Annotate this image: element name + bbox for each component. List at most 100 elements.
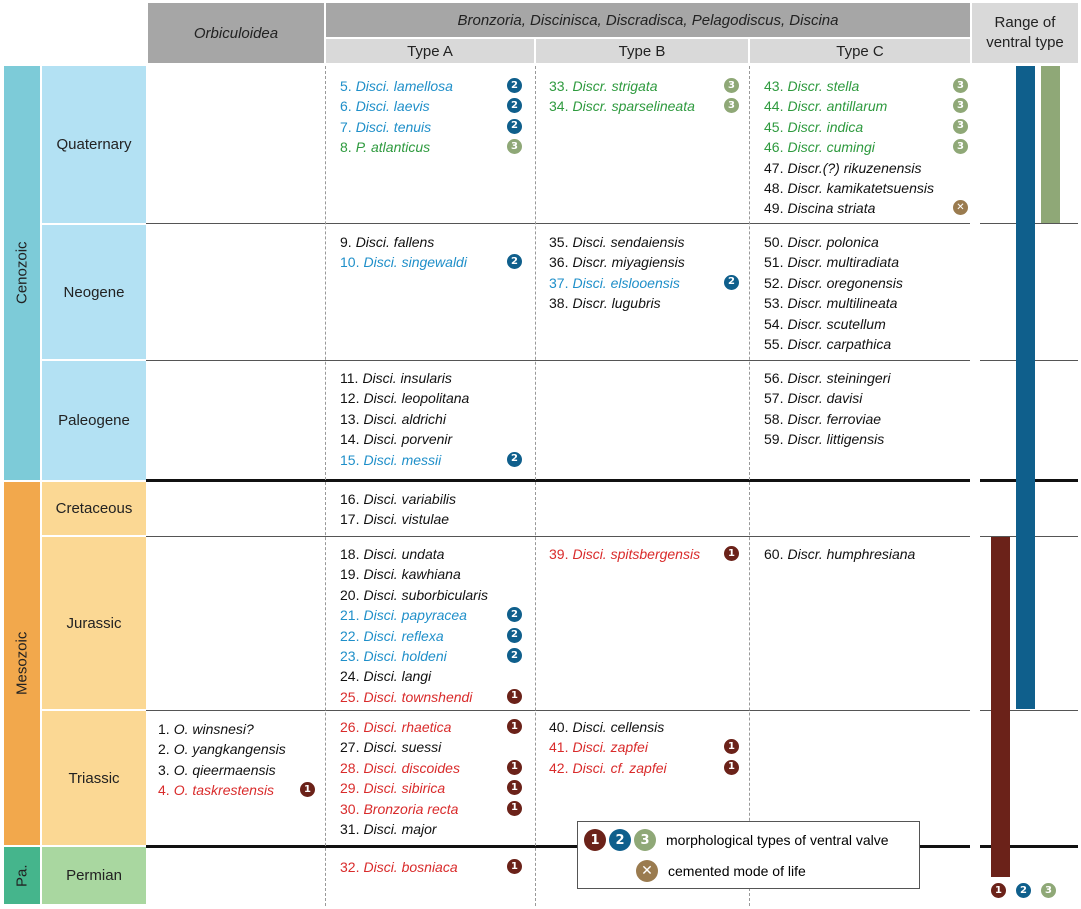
ventral-type-badge: 1 xyxy=(507,780,522,796)
group-header-label: Bronzoria, Discinisca, Discradisca, Pela… xyxy=(457,11,839,29)
species-name: Discr. scutellum xyxy=(787,315,886,332)
species-number: 14. xyxy=(340,431,360,448)
species-row: 55. Discr. carpathica xyxy=(764,334,973,354)
species-name: Disci. messii xyxy=(363,451,442,468)
column-divider-b xyxy=(535,66,536,906)
period-neogene-label: Neogene xyxy=(63,283,125,301)
orbiculoidea-header-label: Orbiculoidea xyxy=(193,24,279,42)
species-number: 30. xyxy=(340,800,360,817)
column-divider-a xyxy=(325,66,326,906)
species-name: Discr. davisi xyxy=(787,390,863,407)
species-number: 34. xyxy=(549,98,569,115)
species-number: 13. xyxy=(340,410,360,427)
species-row: 42. Disci. cf. zapfei 1 xyxy=(549,758,744,778)
ventral-type-badge: 1 xyxy=(507,719,522,734)
species-name: Discr. miyagiensis xyxy=(572,254,685,271)
ventral-type-badge: 2 xyxy=(507,98,522,114)
species-row: 13. Disci. aldrichi xyxy=(340,409,527,429)
species-row: 50. Discr. polonica xyxy=(764,232,973,252)
species-name: Discr. carpathica xyxy=(787,336,892,352)
species-row: 31. Disci. major xyxy=(340,819,527,839)
species-row: 6. Disci. laevis 2 xyxy=(340,96,527,116)
species-number: 60. xyxy=(764,546,784,562)
period-jurassic-label: Jurassic xyxy=(66,614,122,632)
species-name: Disci. spitsbergensis xyxy=(572,546,701,562)
type-c-label: Type C xyxy=(836,42,884,60)
species-name: O. winsnesi? xyxy=(173,721,254,737)
species-row: 35. Disci. sendaiensis xyxy=(549,232,744,252)
species-number: 20. xyxy=(340,586,360,603)
period-paleogene: Paleogene xyxy=(42,361,146,480)
species-name: O. yangkangensis xyxy=(173,741,286,758)
species-name: Discr. humphresiana xyxy=(787,546,916,562)
species-row: 30. Bronzoria recta 1 xyxy=(340,799,527,819)
ventral-type-badge: 2 xyxy=(507,118,522,134)
species-number: 1. xyxy=(158,721,170,737)
ventral-type-badge: 2 xyxy=(507,648,522,663)
species-number: 7. xyxy=(340,118,352,135)
ventral-type-badge: 1 xyxy=(507,800,522,816)
legend-box: 1 2 3 morphological types of ventral val… xyxy=(577,821,920,889)
species-name: O. qieermaensis xyxy=(173,761,276,778)
period-triassic-label: Triassic xyxy=(68,769,120,787)
type-b-header: Type B xyxy=(536,39,748,63)
species-row: 16. Disci. variabilis xyxy=(340,489,527,509)
species-number: 54. xyxy=(764,315,784,332)
species-name: Bronzoria recta xyxy=(363,800,459,817)
species-row: 18. Disci. undata xyxy=(340,544,527,564)
range-footer-badge-1: 1 xyxy=(991,883,1006,898)
species-row: 11. Disci. insularis xyxy=(340,368,527,388)
ventral-type-badge: 2 xyxy=(507,627,522,643)
species-number: 9. xyxy=(340,234,352,250)
species-name: Disci. cf. zapfei xyxy=(572,759,667,776)
legend-badge-2: 2 xyxy=(609,829,631,851)
ventral-type-badge: 1 xyxy=(300,782,315,798)
legend-cemented-row: ✕ cemented mode of life xyxy=(636,859,806,883)
species-number: 29. xyxy=(340,780,360,797)
species-row: 2. O. yangkangensis xyxy=(158,739,320,759)
ventral-type-badge: 3 xyxy=(724,78,739,93)
species-name: Discr. indica xyxy=(787,118,864,135)
species-number: 38. xyxy=(549,295,569,312)
species-row: 47. Discr.(?) rikuzenensis xyxy=(764,158,973,178)
species-number: 57. xyxy=(764,390,784,407)
legend-badge-3: 3 xyxy=(634,829,656,851)
species-row: 60. Discr. humphresiana xyxy=(764,544,973,564)
species-row: 41. Disci. zapfei 1 xyxy=(549,737,744,757)
species-number: 22. xyxy=(340,627,360,644)
ventral-type-badge: 3 xyxy=(953,78,968,93)
divider-jurassic-triassic xyxy=(146,710,970,711)
ventral-type-badge: 2 xyxy=(724,274,739,290)
species-number: 42. xyxy=(549,759,569,776)
species-number: 33. xyxy=(549,78,569,94)
species-row: 28. Disci. discoides 1 xyxy=(340,758,527,778)
species-number: 45. xyxy=(764,118,784,135)
species-row: 34. Discr. sparselineata 3 xyxy=(549,96,744,116)
species-row: 59. Discr. littigensis xyxy=(764,429,973,449)
species-name: Disci. rhaetica xyxy=(363,719,452,735)
species-name: Discr. stella xyxy=(787,78,860,94)
species-row: 44. Discr. antillarum 3 xyxy=(764,96,973,116)
species-number: 47. xyxy=(764,159,784,176)
species-number: 16. xyxy=(340,491,360,507)
species-number: 17. xyxy=(340,511,360,528)
species-row: 48. Discr. kamikatetsuensis xyxy=(764,178,973,198)
species-number: 19. xyxy=(340,566,360,583)
legend-types-row: 1 2 3 morphological types of ventral val… xyxy=(584,828,889,852)
type-c-header: Type C xyxy=(750,39,970,63)
species-number: 8. xyxy=(340,139,352,156)
divider-quaternary-neogene xyxy=(146,223,970,224)
species-row: 12. Disci. leopolitana xyxy=(340,388,527,408)
species-row: 40. Disci. cellensis xyxy=(549,717,744,737)
ventral-type-badge: 3 xyxy=(953,118,968,134)
species-name: Discr. kamikatetsuensis xyxy=(787,180,934,196)
species-number: 6. xyxy=(340,98,352,115)
species-name: Disci. insularis xyxy=(362,370,452,386)
species-name: Discr. sparselineata xyxy=(572,98,695,115)
period-neogene: Neogene xyxy=(42,225,146,359)
legend-types-label: morphological types of ventral valve xyxy=(666,832,889,848)
species-name: Disci. papyracea xyxy=(363,607,467,624)
species-number: 41. xyxy=(549,739,569,756)
species-number: 18. xyxy=(340,546,360,562)
species-number: 49. xyxy=(764,200,784,217)
